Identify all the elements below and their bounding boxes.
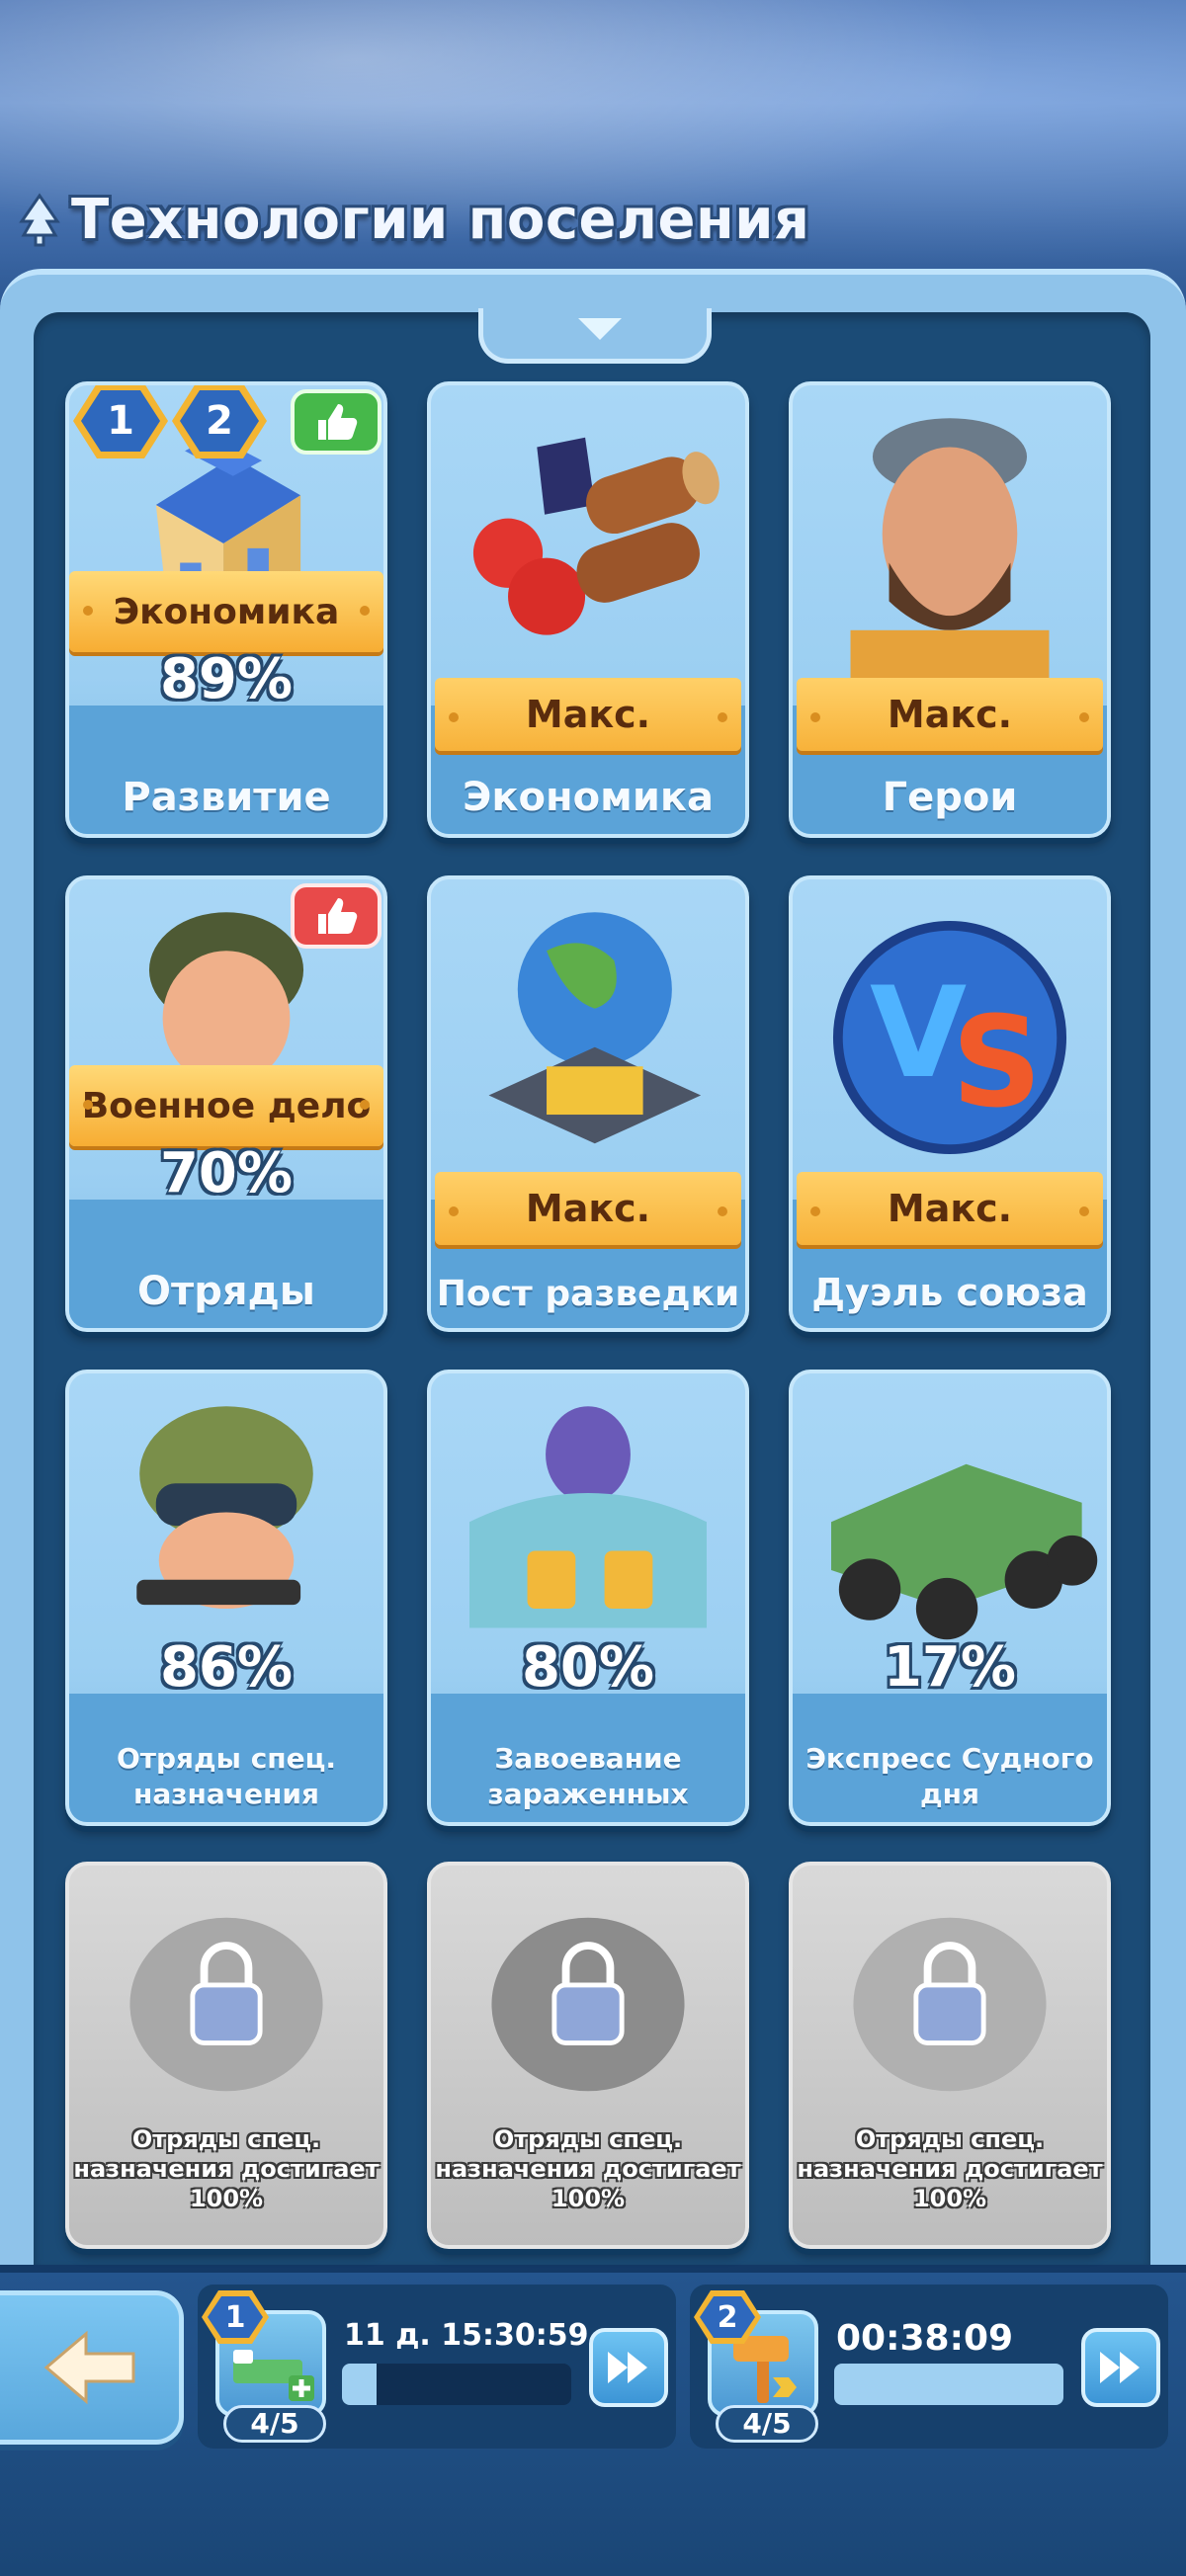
globe-station-icon — [488, 912, 702, 1144]
card-label-line2: зараженных — [487, 1778, 689, 1810]
tech-card-infected-conquest[interactable]: 80% Завоевание зараженных — [427, 1370, 749, 1826]
unlock-requirement-line2: назначения достигает — [797, 2155, 1103, 2183]
locked-tech-card[interactable]: Отряды спец. назначения достигает 100% — [427, 1862, 749, 2249]
hero-portrait-icon — [850, 418, 1050, 699]
progress-percent: 89% — [159, 647, 294, 711]
queue-timer: 11 д. 15:30:59 — [344, 2318, 589, 2353]
unlock-requirement-line3: 100% — [189, 2185, 264, 2212]
max-ribbon: Макс. — [797, 1172, 1103, 1245]
unlock-requirement-line1: Отряды спец. — [131, 2125, 321, 2153]
level-badge-1: 1 — [73, 385, 168, 458]
unlock-requirement-line3: 100% — [551, 2185, 626, 2212]
tech-card-development[interactable]: 1 2 Экономика 89% Развитие — [65, 381, 387, 838]
panel-collapse-toggle[interactable] — [478, 308, 712, 364]
level-badge-2: 2 — [172, 385, 267, 458]
queue-count: 4/5 — [223, 2405, 326, 2443]
chevron-down-icon — [578, 318, 622, 340]
thumbs-up-icon — [291, 389, 381, 455]
arrow-left-icon — [43, 2330, 134, 2405]
unlock-requirement: Отряды спец. назначения достигает 100% — [431, 2124, 745, 2213]
fast-forward-icon — [1100, 2352, 1140, 2383]
tech-card-economy[interactable]: Макс. Экономика — [427, 381, 749, 838]
progress-percent: 17% — [883, 1635, 1017, 1700]
versus-icon: V S — [832, 920, 1067, 1155]
speed-up-button[interactable] — [1081, 2328, 1160, 2407]
card-label: Герои — [882, 775, 1018, 820]
category-ribbon: Военное дело — [69, 1065, 383, 1146]
max-ribbon: Макс. — [435, 678, 741, 751]
queue-timer: 00:38:09 — [836, 2318, 1014, 2359]
resources-icon — [472, 437, 720, 635]
svg-text:S: S — [952, 988, 1042, 1134]
card-label: Дуэль союза — [811, 1271, 1088, 1314]
card-label: Завоевание зараженных — [431, 1741, 745, 1812]
fast-forward-icon — [608, 2352, 647, 2383]
card-label: Экспресс Судного дня — [793, 1741, 1107, 1812]
tech-card-special-forces[interactable]: 86% Отряды спец. назначения — [65, 1370, 387, 1826]
locked-tech-card[interactable]: Отряды спец. назначения достигает 100% — [65, 1862, 387, 2249]
unlock-requirement-line1: Отряды спец. — [493, 2125, 683, 2153]
queue-progress-bar — [834, 2364, 1063, 2405]
progress-percent: 70% — [159, 1141, 294, 1205]
progress-percent: 86% — [159, 1635, 294, 1700]
unlock-requirement-line1: Отряды спец. — [855, 2125, 1045, 2153]
tech-card-doomsday-express[interactable]: 17% Экспресс Судного дня — [789, 1370, 1111, 1826]
unlock-requirement-line2: назначения достигает — [73, 2155, 380, 2183]
back-button[interactable] — [0, 2290, 184, 2445]
card-label-line2: дня — [920, 1778, 979, 1810]
locked-tech-card[interactable]: Отряды спец. назначения достигает 100% — [789, 1862, 1111, 2249]
queue-badge: 2 — [694, 2290, 761, 2344]
page-header: Технологии поселения — [18, 180, 809, 259]
card-label: Отряды спец. назначения — [69, 1741, 383, 1812]
page-title: Технологии поселения — [71, 187, 810, 252]
tech-card-recon-post[interactable]: Макс. Пост разведки — [427, 875, 749, 1332]
tech-card-alliance-duel[interactable]: V S Макс. Дуэль союза — [789, 875, 1111, 1332]
unlock-requirement: Отряды спец. назначения достигает 100% — [793, 2124, 1107, 2213]
unlock-requirement: Отряды спец. назначения достигает 100% — [69, 2124, 383, 2213]
card-label: Пост разведки — [436, 1274, 740, 1314]
queue-badge: 1 — [202, 2290, 269, 2344]
card-label: Развитие — [122, 775, 331, 820]
research-queue-1[interactable]: 1 4/5 11 д. 15:30:59 — [198, 2285, 676, 2449]
tech-card-troops[interactable]: Военное дело 70% Отряды — [65, 875, 387, 1332]
research-queue-2[interactable]: 2 4/5 00:38:09 — [690, 2285, 1168, 2449]
queue-progress-fill — [834, 2364, 1063, 2405]
speed-up-button[interactable] — [589, 2328, 668, 2407]
queue-progress-fill — [342, 2364, 377, 2405]
progress-percent: 80% — [521, 1635, 655, 1700]
card-label-line1: Отряды спец. — [116, 1742, 337, 1775]
category-ribbon: Экономика — [69, 571, 383, 652]
unlock-requirement-line3: 100% — [912, 2185, 987, 2212]
tech-card-heroes[interactable]: Макс. Герои — [789, 381, 1111, 838]
queue-count: 4/5 — [716, 2405, 818, 2443]
thumbs-up-icon — [291, 883, 381, 949]
card-label: Экономика — [463, 775, 714, 820]
max-ribbon: Макс. — [435, 1172, 741, 1245]
queue-progress-bar — [342, 2364, 571, 2405]
card-label-line1: Завоевание — [494, 1742, 682, 1775]
tree-icon — [19, 193, 60, 247]
unlock-requirement-line2: назначения достигает — [435, 2155, 741, 2183]
card-label-line1: Экспресс Судного — [805, 1742, 1094, 1775]
max-ribbon: Макс. — [797, 678, 1103, 751]
card-label: Отряды — [137, 1269, 315, 1314]
card-label-line2: назначения — [133, 1778, 319, 1810]
